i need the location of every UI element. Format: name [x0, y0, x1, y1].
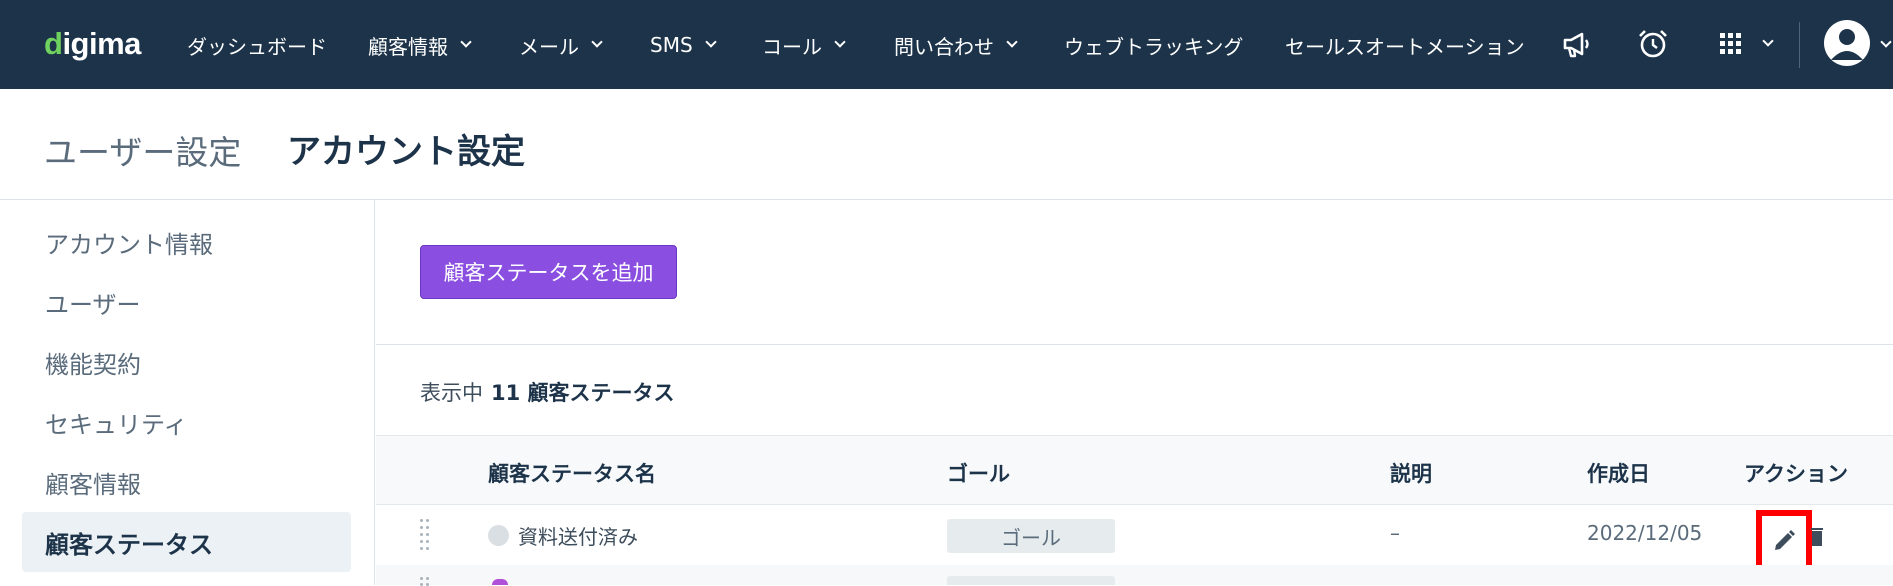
created-date: 2022/12/05 — [1587, 521, 1703, 545]
sidebar-item-label: 機能契約 — [45, 350, 141, 379]
record-count-value: 11 顧客ステータス — [491, 381, 675, 405]
table-header: 顧客ステータス名 ゴール 説明 作成日 アクション — [376, 435, 1893, 505]
sidebar-item-security[interactable]: セキュリティ — [22, 392, 351, 452]
chevron-down-icon — [591, 36, 603, 48]
page-title: アカウント設定 — [287, 132, 525, 172]
nav-item-web-tracking[interactable]: ウェブトラッキング — [1064, 30, 1243, 60]
sidebar-item-label: ユーザー — [45, 290, 141, 319]
nav-item-sales-automation[interactable]: セールスオートメーション — [1285, 30, 1525, 60]
goal-badge: ゴール — [947, 519, 1115, 553]
sidebar-item-label: 顧客情報 — [45, 470, 141, 499]
edit-button[interactable] — [1756, 510, 1812, 571]
nav-item-label: 問い合わせ — [894, 34, 994, 59]
main-content: 顧客ステータスを追加 表示中 11 顧客ステータス 顧客ステータス名 ゴール 説明… — [376, 200, 1893, 586]
nav-divider — [1799, 22, 1800, 68]
megaphone-icon[interactable] — [1560, 27, 1594, 61]
table-row: 資料送付済み ゴール – 2022/12/05 — [376, 505, 1893, 571]
chevron-down-icon[interactable] — [1880, 36, 1892, 48]
nav-item-inquiries[interactable]: 問い合わせ — [894, 30, 1018, 60]
column-header-status-name: 顧客ステータス名 — [488, 462, 656, 486]
table-row — [376, 565, 1893, 586]
status-color-dot — [488, 525, 509, 546]
record-count-prefix: 表示中 — [420, 381, 483, 405]
goal-badge — [947, 576, 1115, 585]
nav-item-label: ウェブトラッキング — [1064, 34, 1244, 59]
sidebar-item-customer-status[interactable]: 顧客ステータス — [22, 512, 351, 572]
sidebar-item-label: アカウント情報 — [45, 230, 213, 259]
page-header: ユーザー設定 アカウント設定 — [0, 89, 1893, 200]
alarm-clock-icon[interactable] — [1636, 27, 1670, 61]
status-name: 資料送付済み — [518, 525, 638, 549]
nav-item-sms[interactable]: SMS — [650, 30, 717, 60]
drag-handle-icon[interactable] — [419, 576, 431, 586]
breadcrumb-parent[interactable]: ユーザー設定 — [44, 126, 241, 174]
digima-logo[interactable]: digima — [44, 26, 141, 62]
sidebar-item-label: セキュリティ — [45, 410, 188, 439]
sidebar-item-users[interactable]: ユーザー — [22, 272, 351, 332]
logo-text: igima — [62, 26, 141, 61]
sidebar-item-contract[interactable]: 機能契約 — [22, 332, 351, 392]
top-navigation-bar: digima ダッシュボード 顧客情報 メール SMS コール 問い合わせ ウェ… — [0, 0, 1893, 89]
column-header-goal: ゴール — [947, 462, 1010, 486]
drag-handle-icon[interactable] — [419, 517, 431, 551]
logo-leaf-letter: d — [44, 26, 63, 61]
nav-item-label: セールスオートメーション — [1285, 34, 1525, 59]
trash-icon[interactable] — [1810, 522, 1824, 548]
chevron-down-icon — [460, 36, 472, 48]
sidebar-item-account-info[interactable]: アカウント情報 — [22, 212, 351, 272]
nav-item-dashboard[interactable]: ダッシュボード — [187, 30, 327, 60]
record-count: 表示中 11 顧客ステータス — [420, 377, 675, 407]
nav-item-call[interactable]: コール — [762, 30, 846, 60]
sidebar-item-label: 顧客ステータス — [45, 530, 213, 559]
add-customer-status-button[interactable]: 顧客ステータスを追加 — [420, 245, 677, 299]
status-description: – — [1390, 521, 1400, 545]
nav-item-label: メール — [519, 34, 579, 59]
nav-item-customer-info[interactable]: 顧客情報 — [368, 30, 472, 60]
chevron-down-icon — [834, 36, 846, 48]
user-avatar-icon[interactable] — [1824, 20, 1870, 66]
column-header-description: 説明 — [1390, 462, 1432, 486]
nav-item-label: SMS — [650, 33, 693, 57]
nav-item-label: 顧客情報 — [368, 34, 448, 59]
nav-item-label: ダッシュボード — [187, 34, 327, 59]
column-header-actions: アクション — [1744, 462, 1848, 486]
chevron-down-icon — [704, 36, 717, 48]
settings-sidebar: アカウント情報 ユーザー 機能契約 セキュリティ 顧客情報 顧客ステータス — [0, 200, 375, 585]
app-grid-icon[interactable] — [1716, 27, 1750, 61]
column-header-created: 作成日 — [1587, 462, 1650, 486]
chevron-down-icon — [1006, 36, 1018, 48]
chevron-down-icon[interactable] — [1762, 35, 1774, 47]
status-color-dot — [492, 579, 508, 585]
pencil-edit-icon — [1775, 529, 1795, 550]
sidebar-item-customer-info[interactable]: 顧客情報 — [22, 452, 351, 512]
section-divider — [376, 344, 1893, 345]
nav-item-mail[interactable]: メール — [519, 30, 603, 60]
nav-item-label: コール — [762, 34, 822, 59]
